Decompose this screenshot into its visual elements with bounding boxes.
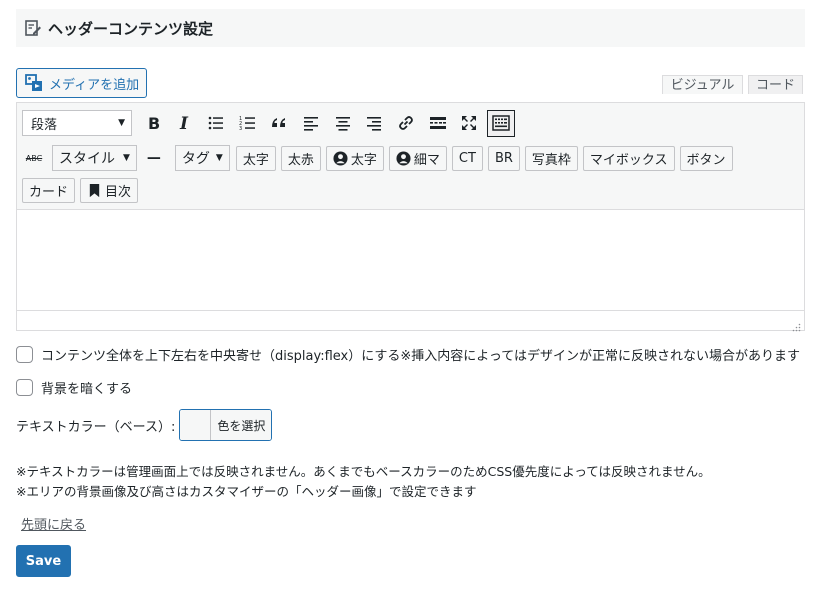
bookmark-icon bbox=[87, 183, 102, 198]
toolbar-row-2: ABC スタイル ▼ — タグ ▼ 太字 太赤 太字 細マ CT BR 写真枠 … bbox=[22, 144, 738, 172]
button-label: ボタン bbox=[686, 152, 726, 168]
toolbar-row-3: カード 目次 bbox=[22, 176, 143, 204]
caret-down-icon: ▼ bbox=[118, 118, 125, 128]
add-media-button[interactable]: メディアを追加 bbox=[16, 68, 147, 98]
photo-frame-label: 写真枠 bbox=[531, 152, 571, 168]
darken-bg-checkbox[interactable] bbox=[16, 379, 33, 396]
style-dropdown[interactable]: スタイル ▼ bbox=[52, 145, 137, 171]
link-icon[interactable] bbox=[392, 109, 421, 137]
flex-center-option: コンテンツ全体を上下左右を中央寄せ（display:flex）にする※挿入内容に… bbox=[16, 345, 800, 364]
blockquote-icon[interactable] bbox=[265, 109, 294, 137]
rich-text-editor: 段落 ▼ B I 123 ABC スタイル ▼ — タグ ▼ 太字 太赤 太字 … bbox=[16, 102, 805, 332]
back-to-top-link[interactable]: 先頭に戻る bbox=[21, 514, 86, 533]
editor-statusbar bbox=[17, 310, 804, 332]
my-box-button[interactable]: マイボックス bbox=[582, 145, 675, 171]
numbered-list-icon[interactable]: 123 bbox=[233, 109, 262, 137]
ct-button[interactable]: CT bbox=[451, 145, 483, 171]
user-circle-icon bbox=[333, 150, 348, 166]
strikethrough-icon: ABC bbox=[25, 153, 43, 163]
flex-center-checkbox[interactable] bbox=[16, 346, 33, 363]
align-center-icon[interactable] bbox=[328, 109, 357, 137]
format-select-value: 段落 bbox=[31, 117, 58, 133]
user-bold-button[interactable]: 太字 bbox=[325, 145, 384, 171]
align-right-icon[interactable] bbox=[360, 109, 389, 137]
add-media-label: メディアを追加 bbox=[49, 77, 140, 93]
tag-dropdown-label: タグ bbox=[181, 151, 210, 167]
card-button[interactable]: カード bbox=[22, 177, 76, 203]
user-thin-button[interactable]: 細マ bbox=[388, 145, 447, 171]
bold-red-label: 太赤 bbox=[287, 152, 314, 168]
read-more-icon[interactable] bbox=[423, 109, 452, 137]
tag-dropdown[interactable]: タグ ▼ bbox=[174, 145, 230, 171]
editor-content-area[interactable] bbox=[17, 211, 804, 311]
button-button[interactable]: ボタン bbox=[679, 145, 733, 171]
bullet-list-icon[interactable] bbox=[201, 109, 230, 137]
fullscreen-icon[interactable] bbox=[455, 109, 484, 137]
format-select[interactable]: 段落 ▼ bbox=[22, 110, 132, 136]
toolbar-toggle-icon[interactable] bbox=[486, 109, 515, 137]
bold-text-button[interactable]: 太字 bbox=[235, 145, 276, 171]
resize-handle-icon[interactable] bbox=[791, 317, 801, 332]
horizontal-rule-icon: — bbox=[146, 150, 161, 166]
bold-red-button[interactable]: 太赤 bbox=[280, 145, 321, 171]
darken-bg-label: 背景を暗くする bbox=[41, 382, 133, 397]
card-label: カード bbox=[29, 184, 69, 200]
user-bold-label: 太字 bbox=[350, 152, 377, 168]
my-box-label: マイボックス bbox=[589, 152, 668, 168]
align-left-icon[interactable] bbox=[296, 109, 325, 137]
caret-down-icon: ▼ bbox=[123, 153, 130, 163]
section-header: ヘッダーコンテンツ設定 bbox=[16, 9, 805, 47]
tab-code[interactable]: コード bbox=[748, 75, 803, 94]
bold-icon[interactable]: B bbox=[138, 109, 167, 137]
section-title: ヘッダーコンテンツ設定 bbox=[48, 19, 214, 38]
user-thin-label: 細マ bbox=[413, 152, 440, 168]
flex-center-label: コンテンツ全体を上下左右を中央寄せ（display:flex）にする※挿入内容に… bbox=[41, 349, 800, 364]
italic-icon[interactable]: I bbox=[170, 109, 199, 137]
text-color-note: ※テキストカラーは管理画面上では反映されません。あくまでもベースカラーのためCS… bbox=[16, 464, 711, 479]
background-note: ※エリアの背景画像及び高さはカスタマイザーの「ヘッダー画像」で設定できます bbox=[16, 484, 477, 499]
svg-text:B: B bbox=[148, 114, 160, 133]
br-button[interactable]: BR bbox=[487, 145, 520, 171]
save-button[interactable]: Save bbox=[16, 545, 71, 577]
toc-label: 目次 bbox=[105, 184, 132, 200]
editor-toolbar: 段落 ▼ B I 123 ABC スタイル ▼ — タグ ▼ 太字 太赤 太字 … bbox=[17, 103, 804, 210]
style-dropdown-label: スタイル bbox=[59, 151, 115, 167]
toc-button[interactable]: 目次 bbox=[80, 177, 139, 203]
add-media-icon bbox=[25, 74, 43, 92]
svg-text:3: 3 bbox=[239, 126, 242, 132]
text-color-row: テキストカラー（ベース）: 色を選択 bbox=[16, 409, 273, 441]
br-label: BR bbox=[494, 150, 513, 166]
user-circle-icon bbox=[396, 150, 411, 166]
photo-frame-button[interactable]: 写真枠 bbox=[524, 145, 578, 171]
strikethrough-button[interactable]: ABC bbox=[22, 146, 46, 171]
bold-text-label: 太字 bbox=[242, 152, 269, 168]
color-picker-button[interactable]: 色を選択 bbox=[179, 409, 273, 441]
svg-text:I: I bbox=[179, 114, 189, 133]
horizontal-rule-button[interactable]: — bbox=[147, 146, 161, 171]
toolbar-row-1: 段落 ▼ B I 123 bbox=[22, 109, 517, 137]
text-color-label: テキストカラー（ベース）: bbox=[16, 419, 176, 435]
ct-label: CT bbox=[458, 150, 476, 166]
edit-note-icon bbox=[24, 19, 42, 37]
darken-bg-option: 背景を暗くする bbox=[16, 378, 132, 397]
color-picker-label: 色を選択 bbox=[211, 410, 272, 440]
caret-down-icon: ▼ bbox=[215, 153, 223, 163]
color-swatch bbox=[180, 410, 212, 440]
tab-visual[interactable]: ビジュアル bbox=[662, 75, 743, 94]
